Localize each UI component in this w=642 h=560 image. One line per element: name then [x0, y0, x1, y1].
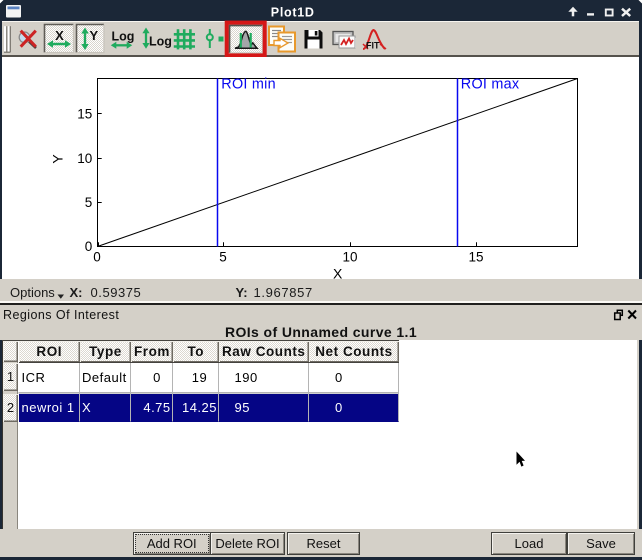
svg-text:0: 0 — [85, 239, 93, 254]
svg-text:X: X — [55, 28, 64, 43]
svg-text:15: 15 — [77, 107, 92, 122]
svg-text:10: 10 — [77, 151, 92, 166]
svg-text:ROI max: ROI max — [461, 77, 520, 93]
svg-text:Log: Log — [112, 30, 135, 44]
svg-text:Log: Log — [149, 35, 172, 49]
svg-text:ROI min: ROI min — [221, 77, 276, 93]
svg-text:10: 10 — [342, 250, 357, 265]
svg-text:5: 5 — [85, 195, 93, 210]
svg-text:5: 5 — [219, 250, 227, 265]
svg-text:Plot1D: Plot1D — [271, 6, 315, 20]
svg-text:Y: Y — [89, 28, 98, 43]
svg-text:FIT: FIT — [366, 41, 380, 51]
svg-text:X: X — [333, 266, 343, 280]
svg-text:15: 15 — [468, 250, 483, 265]
svg-text:Y: Y — [50, 154, 66, 164]
svg-text:0: 0 — [93, 250, 101, 265]
